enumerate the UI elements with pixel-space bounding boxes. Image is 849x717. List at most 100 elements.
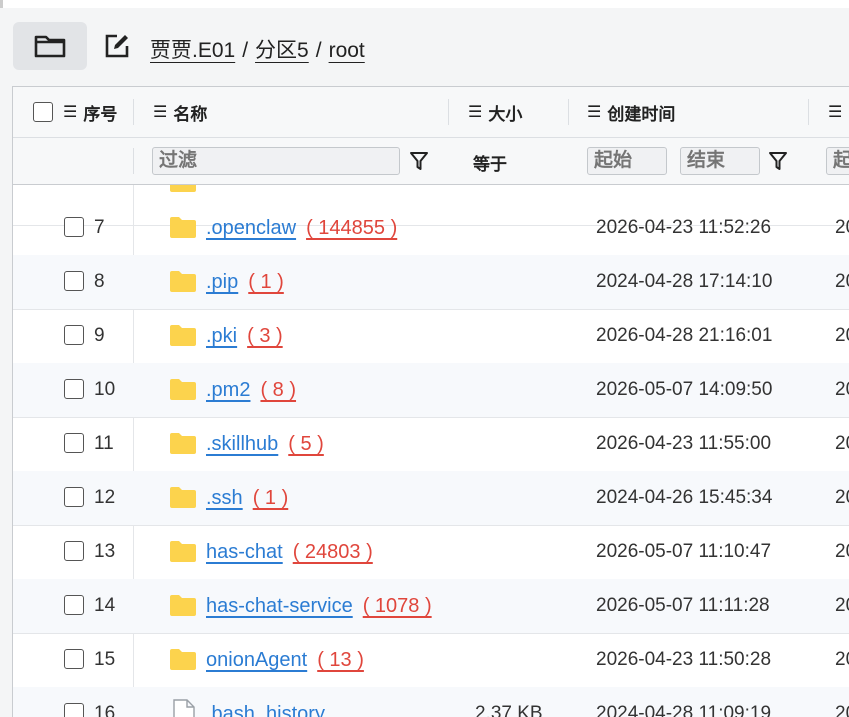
breadcrumb-item-partition[interactable]: 分区5 [255,39,309,62]
row-checkbox[interactable] [64,271,84,291]
row-created-time: 2024-04-28 17:14:10 [596,271,773,292]
breadcrumb-item-drive[interactable]: 贾贾.E01 [150,39,235,62]
column-divider[interactable] [568,99,569,125]
row-number: 8 [94,271,105,292]
row-name-link[interactable]: .bash_history [206,703,325,717]
row-number: 9 [94,325,105,346]
created-end-input[interactable] [680,147,760,175]
file-grid: ☰ 序号 ☰ 名称 ☰ 大小 ☰ 创建时间 ☰ 等于 [12,86,849,717]
row-size: 2.37 KB [475,703,543,717]
row-checkbox[interactable] [64,217,84,237]
table-row[interactable]: 8 .pip ( 1 ) 2024-04-28 17:14:10 20 [13,255,849,310]
name-filter-input[interactable] [152,147,400,175]
row-next-column: 20 [835,325,849,346]
row-name-link[interactable]: has-chat [206,541,283,563]
column-menu-icon[interactable]: ☰ [153,102,167,122]
header-name[interactable]: ☰ 名称 [153,87,207,137]
grid-header: ☰ 序号 ☰ 名称 ☰ 大小 ☰ 创建时间 ☰ [13,87,849,138]
row-created-time: 2026-05-07 11:10:47 [596,541,772,562]
row-name-link[interactable]: .openclaw [206,217,296,239]
row-checkbox[interactable] [64,595,84,615]
row-item-count[interactable]: ( 5 ) [288,433,324,455]
table-row[interactable]: 13 has-chat ( 24803 ) 2026-05-07 11:10:47 20 [13,525,849,580]
column-menu-icon[interactable]: ☰ [587,102,601,122]
header-size-label: 大小 [488,104,523,124]
row-next-column: 20 [835,595,849,616]
row-name-cell: .pki ( 3 ) [206,325,283,348]
row-checkbox[interactable] [64,541,84,561]
header-created[interactable]: ☰ 创建时间 [587,87,675,137]
file-icon [171,699,197,717]
row-next-column: 20 [835,649,849,670]
header-size[interactable]: ☰ 大小 [468,87,522,137]
row-number: 10 [94,379,116,400]
row-created-time: 2024-04-26 15:45:34 [596,487,773,508]
row-name-cell: .openclaw ( 144855 ) [206,217,397,240]
table-row[interactable]: 7 .openclaw ( 144855 ) 2026-04-23 11:52:26 2… [13,201,849,256]
row-name-link[interactable]: onionAgent [206,649,307,671]
row-created-time: 2026-05-07 11:11:28 [596,595,770,616]
toolbar: 贾贾.E01 / 分区5 / root [0,8,849,80]
row-name-cell: .pip ( 1 ) [206,271,284,294]
column-menu-icon[interactable]: ☰ [468,102,482,122]
row-checkbox[interactable] [64,703,84,717]
row-number: 13 [94,541,116,562]
folder-icon [169,593,197,622]
open-folder-button[interactable] [13,22,87,70]
row-created-time: 2026-04-23 11:55:00 [596,433,772,454]
row-checkbox[interactable] [64,649,84,669]
row-item-count[interactable]: ( 1 ) [248,271,284,293]
row-number: 14 [94,595,116,616]
header-select-all[interactable] [33,87,53,137]
rows-viewport[interactable]: 7 .openclaw ( 144855 ) 2026-04-23 11:52:26 2… [13,185,849,717]
filter-funnel-icon[interactable] [409,150,429,172]
table-row[interactable]: 14 has-chat-service ( 1078 ) 2026-05-07 11:… [13,579,849,634]
column-divider[interactable] [133,99,134,125]
folder-icon [169,431,197,460]
edit-button[interactable] [101,30,133,62]
breadcrumb-separator: / [315,39,322,62]
table-row[interactable]: 15 onionAgent ( 13 ) 2026-04-23 11:50:28 20 [13,633,849,688]
row-checkbox[interactable] [64,379,84,399]
folder-icon [169,647,197,676]
header-next[interactable]: ☰ [828,87,848,137]
top-strip [0,0,849,8]
select-all-checkbox[interactable] [33,102,53,122]
row-checkbox[interactable] [64,325,84,345]
table-row[interactable]: 9 .pki ( 3 ) 2026-04-28 21:16:01 20 [13,309,849,364]
row-item-count[interactable]: ( 24803 ) [293,541,373,563]
folder-icon [169,377,197,406]
column-menu-icon[interactable]: ☰ [63,102,77,122]
row-name-link[interactable]: .pm2 [206,379,250,401]
table-row[interactable]: 10 .pm2 ( 8 ) 2026-05-07 14:09:50 20 [13,363,849,418]
next-column-filter-input[interactable] [826,147,849,175]
filter-funnel-icon[interactable] [768,150,788,172]
row-next-column: 20 [835,379,849,400]
header-seq[interactable]: ☰ 序号 [63,87,117,137]
row-item-count[interactable]: ( 1 ) [253,487,289,509]
breadcrumb-item-root[interactable]: root [329,39,365,62]
row-name-link[interactable]: .skillhub [206,433,278,455]
column-divider[interactable] [448,99,449,125]
row-item-count[interactable]: ( 3 ) [247,325,283,347]
row-checkbox[interactable] [64,487,84,507]
table-row[interactable]: 11 .skillhub ( 5 ) 2026-04-23 11:55:00 20 [13,417,849,472]
created-start-input[interactable] [587,147,667,175]
folder-icon [170,185,196,192]
row-item-count[interactable]: ( 13 ) [317,649,364,671]
column-menu-icon[interactable]: ☰ [828,102,842,122]
row-name-cell: has-chat ( 24803 ) [206,541,373,564]
column-divider [133,148,134,174]
row-checkbox[interactable] [64,433,84,453]
column-divider[interactable] [808,99,809,125]
row-name-link[interactable]: has-chat-service [206,595,353,617]
row-item-count[interactable]: ( 144855 ) [306,217,397,239]
row-name-link[interactable]: .ssh [206,487,243,509]
table-row[interactable]: 12 .ssh ( 1 ) 2024-04-26 15:45:34 20 [13,471,849,526]
row-name-link[interactable]: .pip [206,271,238,293]
row-item-count[interactable]: ( 1078 ) [363,595,432,617]
table-row[interactable]: 16 .bash_history 2.37 KB 2024-04-28 11:09:1… [13,687,849,717]
row-item-count[interactable]: ( 8 ) [260,379,296,401]
row-name-link[interactable]: .pki [206,325,237,347]
size-filter-operator[interactable]: 等于 [473,150,507,175]
